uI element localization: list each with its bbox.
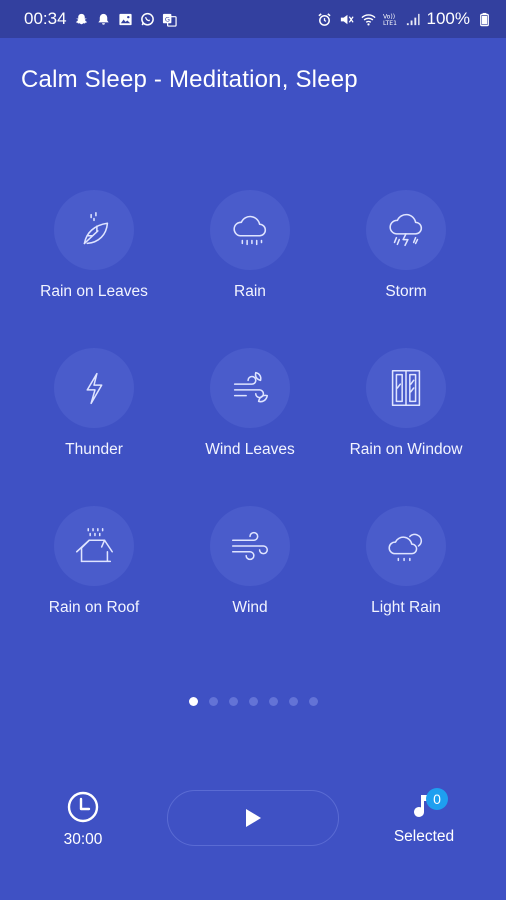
page-dot[interactable]	[289, 697, 298, 706]
note-wrapper: 0	[407, 788, 448, 824]
page-dot[interactable]	[249, 697, 258, 706]
page-dot[interactable]	[209, 697, 218, 706]
sound-circle[interactable]	[366, 348, 446, 428]
sound-label: Thunder	[65, 441, 123, 458]
notification-bell-icon	[96, 12, 111, 27]
mute-icon	[339, 12, 354, 27]
sound-storm[interactable]: Storm	[331, 190, 481, 301]
page-dot[interactable]	[309, 697, 318, 706]
status-time: 00:34	[24, 9, 67, 28]
sound-rain-on-leaves[interactable]: Rain on Leaves	[19, 190, 169, 301]
wind-icon	[231, 531, 269, 561]
page-dot[interactable]	[269, 697, 278, 706]
sound-label: Rain on Roof	[48, 599, 140, 616]
selected-sounds-button[interactable]: 0 Selected	[388, 786, 460, 846]
whatsapp-icon	[140, 12, 155, 27]
selected-count-badge: 0	[426, 788, 448, 810]
play-icon	[246, 809, 261, 827]
sound-label: Light Rain	[371, 599, 441, 616]
sound-circle[interactable]	[54, 348, 134, 428]
page-dot[interactable]	[229, 697, 238, 706]
play-button[interactable]	[167, 790, 339, 846]
alarm-icon	[317, 12, 332, 27]
wind-leaves-icon	[233, 371, 269, 403]
sound-label: Rain	[234, 283, 266, 300]
signal-icon	[405, 12, 420, 27]
sound-label: Wind Leaves	[205, 441, 295, 458]
sound-rain-on-roof[interactable]: Rain on Roof	[19, 506, 169, 617]
sound-circle[interactable]	[54, 506, 134, 586]
sound-rain[interactable]: Rain	[175, 190, 325, 301]
sound-light-rain[interactable]: Light Rain	[331, 506, 481, 617]
window-icon	[391, 369, 421, 407]
sound-label: Rain on Window	[349, 441, 463, 458]
clock-icon	[67, 791, 99, 823]
status-bar-right: Vo)) LTE1 100%	[317, 9, 492, 29]
cloud-rain-icon	[233, 215, 267, 246]
sound-label: Storm	[385, 283, 427, 300]
snapchat-icon	[74, 12, 89, 27]
sound-circle[interactable]	[366, 506, 446, 586]
sound-thunder[interactable]: Thunder	[19, 348, 169, 459]
svg-text:LTE1: LTE1	[383, 20, 397, 27]
sound-rain-on-window[interactable]: Rain on Window	[331, 348, 481, 459]
wifi-icon	[360, 12, 376, 27]
gallery-icon	[118, 12, 133, 27]
timer-value: 30:00	[63, 831, 103, 848]
leaf-rain-icon	[83, 211, 109, 245]
page-dot-active[interactable]	[189, 697, 198, 706]
battery-icon	[477, 12, 492, 27]
page-indicator	[189, 697, 318, 706]
sound-wind-leaves[interactable]: Wind Leaves	[175, 348, 325, 459]
selected-label: Selected	[393, 828, 455, 845]
app-title: Calm Sleep - Meditation, Sleep	[21, 66, 358, 93]
sound-circle[interactable]	[210, 506, 290, 586]
roof-rain-icon	[75, 527, 113, 563]
status-bar-left: 00:34 G	[24, 9, 177, 29]
svg-text:G: G	[164, 15, 169, 23]
sound-circle[interactable]	[366, 190, 446, 270]
sound-circle[interactable]	[210, 348, 290, 428]
status-bar: 00:34 G Vo)) LTE1 100%	[0, 0, 506, 38]
sound-label: Wind	[232, 599, 268, 616]
volte-icon: Vo)) LTE1	[383, 12, 398, 27]
sound-circle[interactable]	[54, 190, 134, 270]
sound-label: Rain on Leaves	[40, 283, 148, 300]
cloud-sun-rain-icon	[388, 533, 423, 562]
lightning-icon	[86, 372, 103, 405]
sound-circle[interactable]	[210, 190, 290, 270]
battery-percentage: 100%	[426, 9, 470, 28]
translate-icon: G	[162, 12, 177, 27]
sleep-timer-button[interactable]: 30:00	[58, 790, 108, 849]
sound-wind[interactable]: Wind	[175, 506, 325, 617]
storm-cloud-icon	[389, 213, 423, 247]
